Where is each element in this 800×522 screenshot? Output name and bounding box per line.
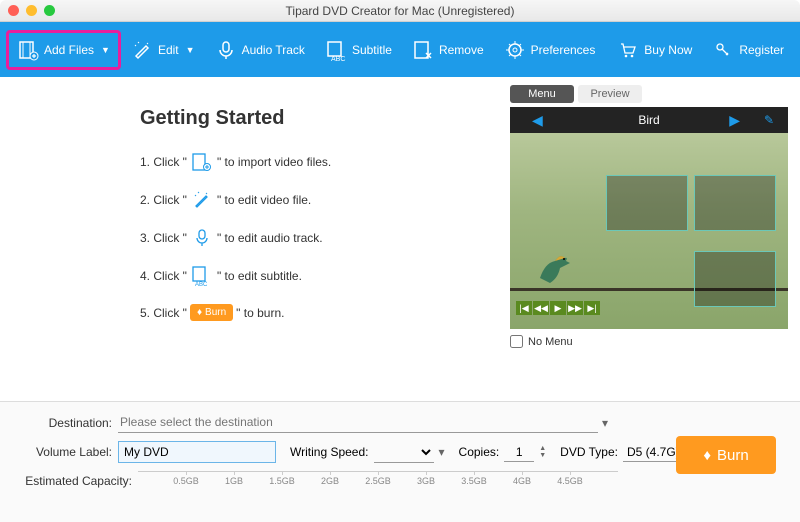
dropdown-icon: ▼	[186, 45, 195, 55]
capacity-tick-label: 3.5GB	[461, 476, 487, 486]
burn-mini-icon: ♦Burn	[190, 304, 233, 321]
audio-track-button[interactable]: Audio Track	[205, 33, 315, 67]
no-menu-checkbox[interactable]: No Menu	[510, 335, 790, 348]
edit-label: Edit	[158, 43, 179, 57]
cart-icon	[617, 39, 639, 61]
dropdown-icon: ▼	[101, 45, 110, 55]
mic-icon	[215, 39, 237, 61]
copies-label: Copies:	[459, 445, 500, 459]
gs-title: Getting Started	[140, 107, 510, 130]
step-1: 1. Click " " to import video files.	[140, 152, 510, 172]
edit-template-icon[interactable]: ✎	[764, 113, 774, 127]
flame-icon: ♦	[703, 447, 711, 464]
step-3: 3. Click " " to edit audio track.	[140, 228, 510, 248]
step-5: 5. Click " ♦Burn " to burn.	[140, 304, 510, 321]
flame-icon: ♦	[197, 307, 202, 318]
window-title: Tipard DVD Creator for Mac (Unregistered…	[0, 4, 800, 18]
copies-input[interactable]	[504, 443, 534, 462]
key-icon	[712, 39, 734, 61]
volume-label-label: Volume Label:	[14, 445, 112, 459]
capacity-bar: 0.5GB 1GB 1.5GB 2GB 2.5GB 3GB 3.5GB 4GB 4.5GB	[138, 471, 618, 491]
capacity-tick-label: 3GB	[417, 476, 435, 486]
preferences-button[interactable]: Preferences	[494, 33, 606, 67]
no-menu-input[interactable]	[510, 335, 523, 348]
subtitle-icon: ABC	[190, 266, 214, 286]
wand-icon	[131, 39, 153, 61]
subtitle-icon: ABC	[325, 39, 347, 61]
remove-button[interactable]: Remove	[402, 33, 494, 67]
audio-label: Audio Track	[242, 43, 305, 57]
copies-down-icon[interactable]: ▼	[539, 452, 546, 459]
prev-template-icon[interactable]: ◀	[532, 112, 543, 129]
menu-thumb[interactable]	[694, 251, 776, 307]
svg-text:ABC: ABC	[331, 56, 345, 61]
preview-tabs: Menu Preview	[510, 85, 790, 103]
tab-menu[interactable]: Menu	[510, 85, 574, 103]
capacity-tick-label: 4GB	[513, 476, 531, 486]
register-button[interactable]: Register	[702, 33, 794, 67]
bottom-panel: Destination: ▾ Volume Label: Writing Spe…	[0, 401, 800, 522]
register-label: Register	[739, 43, 784, 57]
skip-forward-icon[interactable]: ▶|	[584, 301, 600, 315]
menu-background: |◀ ◀◀ ▶ ▶▶ ▶|	[510, 133, 788, 329]
capacity-tick-label: 1.5GB	[269, 476, 295, 486]
menu-thumb[interactable]	[694, 175, 776, 231]
subtitle-button[interactable]: ABC Subtitle	[315, 33, 402, 67]
add-files-label: Add Files	[44, 43, 94, 57]
playback-controls: |◀ ◀◀ ▶ ▶▶ ▶|	[516, 301, 600, 315]
buy-label: Buy Now	[644, 43, 692, 57]
dropdown-icon[interactable]: ▾	[602, 416, 608, 430]
step-4: 4. Click " ABC " to edit subtitle.	[140, 266, 510, 286]
rewind-icon[interactable]: ◀◀	[533, 301, 549, 315]
titlebar: Tipard DVD Creator for Mac (Unregistered…	[0, 0, 800, 22]
fast-forward-icon[interactable]: ▶▶	[567, 301, 583, 315]
capacity-tick-label: 2.5GB	[365, 476, 391, 486]
writing-speed-select[interactable]	[374, 442, 434, 463]
mic-icon	[190, 228, 214, 248]
writing-speed-label: Writing Speed:	[290, 445, 369, 459]
volume-label-input[interactable]	[118, 441, 276, 463]
destination-label: Destination:	[14, 416, 112, 430]
menu-thumb[interactable]	[606, 175, 688, 231]
template-title: Bird	[638, 113, 659, 127]
prefs-label: Preferences	[531, 43, 596, 57]
menu-preview: ◀ Bird ▶ ✎ |◀ ◀◀ ▶ ▶▶ ▶|	[510, 107, 788, 329]
subtitle-label: Subtitle	[352, 43, 392, 57]
svg-text:ABC: ABC	[195, 282, 208, 286]
bird-image	[530, 243, 580, 293]
burn-button[interactable]: ♦ Burn	[676, 436, 776, 474]
tab-preview[interactable]: Preview	[578, 85, 642, 103]
capacity-tick-label: 2GB	[321, 476, 339, 486]
capacity-tick-label: 1GB	[225, 476, 243, 486]
film-remove-icon	[412, 39, 434, 61]
estimated-capacity-label: Estimated Capacity:	[14, 474, 132, 488]
film-add-icon	[17, 39, 39, 61]
dvd-type-value[interactable]: D5 (4.7G)	[623, 443, 684, 462]
step-2: 2. Click " " to edit video file.	[140, 190, 510, 210]
next-template-icon[interactable]: ▶	[729, 112, 740, 129]
add-files-button[interactable]: Add Files ▼	[6, 30, 121, 70]
capacity-tick-label: 4.5GB	[557, 476, 583, 486]
edit-button[interactable]: Edit ▼	[121, 33, 205, 67]
remove-label: Remove	[439, 43, 484, 57]
play-icon[interactable]: ▶	[550, 301, 566, 315]
destination-select[interactable]	[118, 412, 598, 433]
copies-up-icon[interactable]: ▲	[539, 445, 546, 452]
getting-started-panel: Getting Started 1. Click " " to import v…	[0, 77, 510, 401]
dropdown-icon: ▾	[439, 445, 445, 459]
skip-back-icon[interactable]: |◀	[516, 301, 532, 315]
dvd-type-label: DVD Type:	[560, 445, 618, 459]
wand-icon	[190, 190, 214, 210]
toolbar: Add Files ▼ Edit ▼ Audio Track ABC Subti…	[0, 22, 800, 77]
buy-now-button[interactable]: Buy Now	[607, 33, 702, 67]
gear-icon	[504, 39, 526, 61]
film-add-icon	[190, 152, 214, 172]
capacity-tick-label: 0.5GB	[173, 476, 199, 486]
